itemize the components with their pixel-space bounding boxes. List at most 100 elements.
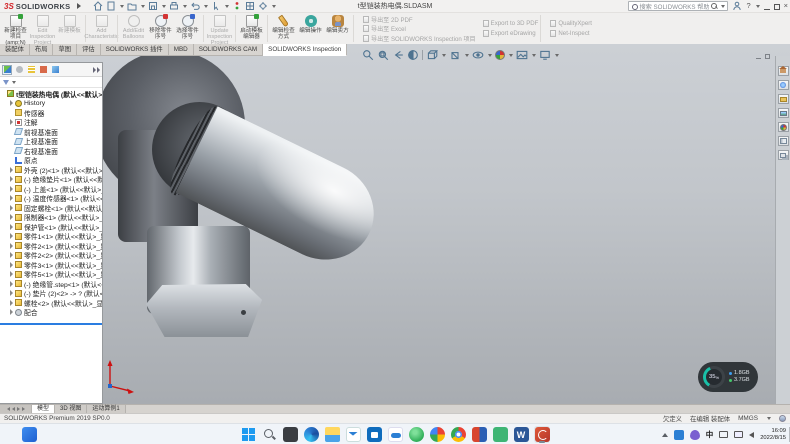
- dropdown-arrow-icon[interactable]: [204, 5, 208, 8]
- expand-arrow-icon[interactable]: [10, 195, 13, 201]
- edit-operations-button[interactable]: 编辑操作: [297, 13, 324, 44]
- tree-pane-splitter[interactable]: [0, 323, 102, 325]
- dropdown-arrow-icon[interactable]: [555, 54, 559, 57]
- dropdown-arrow-icon[interactable]: [162, 5, 166, 8]
- property-manager-tab[interactable]: [14, 65, 24, 75]
- graphics-viewport[interactable]: 35% 1.8GB 3.7GB: [0, 44, 790, 404]
- expand-arrow-icon[interactable]: [10, 271, 13, 277]
- tree-item-component[interactable]: (-) 绝缘管.step<1> (默认<<默认>: [0, 279, 102, 289]
- export-inspection-project-item[interactable]: 导出至 SOLIDWORKS Inspection 项目: [363, 34, 476, 42]
- dimxpert-manager-tab[interactable]: [38, 65, 48, 75]
- export-edrawing-item[interactable]: Export eDrawing: [483, 29, 539, 37]
- open-icon[interactable]: [127, 1, 137, 11]
- select-balloons-button[interactable]: 选择零件序号: [174, 13, 201, 44]
- new-inspection-project-button[interactable]: 新建检查项目 (amp;N): [2, 13, 29, 44]
- notes-button[interactable]: [492, 426, 508, 443]
- dictionary-button[interactable]: [471, 426, 487, 443]
- cast-monitor-icon[interactable]: [734, 431, 743, 438]
- viewport-grid-icon[interactable]: [245, 1, 255, 11]
- tree-item-component[interactable]: 零件1<1> (默认<<默认>_显示状态: [0, 232, 102, 242]
- units-selector[interactable]: MMGS: [738, 415, 758, 422]
- dropdown-arrow-icon[interactable]: [442, 54, 446, 57]
- start-button[interactable]: [240, 426, 256, 443]
- expand-arrow-icon[interactable]: [10, 252, 13, 258]
- chrome-button[interactable]: [450, 426, 466, 443]
- tab-model[interactable]: 模型: [32, 405, 55, 413]
- tree-item-annotations[interactable]: 注解: [0, 118, 102, 128]
- units-dropdown-icon[interactable]: [767, 417, 771, 420]
- tree-item-mates[interactable]: 配合: [0, 308, 102, 318]
- tray-blue-app-icon[interactable]: [674, 430, 684, 440]
- file-explorer-button[interactable]: [324, 426, 340, 443]
- minimize-button[interactable]: [764, 9, 770, 10]
- export-2d-pdf-item[interactable]: 导出至 2D PDF: [363, 15, 476, 23]
- expand-arrow-icon[interactable]: [10, 100, 13, 106]
- search-icon[interactable]: [711, 3, 718, 10]
- home-icon[interactable]: [93, 1, 103, 11]
- dropdown-arrow-icon[interactable]: [120, 5, 124, 8]
- select-cursor-icon[interactable]: [211, 1, 221, 11]
- view-settings-icon[interactable]: [539, 49, 551, 61]
- net-inspect-item[interactable]: Net-Inspect: [550, 29, 592, 37]
- menu-flyout-arrow-icon[interactable]: [77, 3, 81, 9]
- task-view-button[interactable]: [282, 426, 298, 443]
- remove-balloons-button[interactable]: 移除零件序号: [147, 13, 174, 44]
- edit-inspection-project-button[interactable]: Edit Inspection Project: [29, 13, 56, 44]
- thermocouple-model[interactable]: [0, 44, 790, 404]
- mail-button[interactable]: [345, 426, 361, 443]
- save-icon[interactable]: [148, 1, 158, 11]
- expand-arrow-icon[interactable]: [10, 300, 13, 306]
- store-button[interactable]: [366, 426, 382, 443]
- onedrive-button[interactable]: [387, 426, 403, 443]
- tab-mbd[interactable]: MBD: [169, 44, 194, 56]
- dropdown-arrow-icon[interactable]: [183, 5, 187, 8]
- add-characteristic-button[interactable]: Add Characteristic: [88, 13, 115, 44]
- expand-arrow-icon[interactable]: [10, 176, 13, 182]
- new-template-button[interactable]: 新建模板: [56, 13, 83, 44]
- tab-motion-study[interactable]: 运动算例1: [87, 405, 125, 413]
- add-edit-balloons-button[interactable]: Add/Edit Balloons: [120, 13, 147, 44]
- dropdown-arrow-icon[interactable]: [141, 5, 145, 8]
- help-dropdown-icon[interactable]: [756, 5, 760, 8]
- tree-item-component[interactable]: 螺栓<2> (默认<<默认>_显示状态: [0, 298, 102, 308]
- expand-arrow-icon[interactable]: [10, 167, 13, 173]
- expand-arrow-icon[interactable]: [10, 119, 13, 125]
- display-manager-tab[interactable]: [50, 65, 60, 75]
- export-3d-pdf-item[interactable]: Export to 3D PDF: [483, 20, 539, 28]
- tree-item-component[interactable]: 外壳 (2)<1> (默认<<默认>_显示状: [0, 165, 102, 175]
- filter-funnel-icon[interactable]: [3, 80, 9, 85]
- touch-keyboard-icon[interactable]: [719, 431, 728, 438]
- doc-minimize-icon[interactable]: [756, 54, 761, 59]
- expand-arrow-icon[interactable]: [10, 262, 13, 268]
- tree-item-component[interactable]: 零件2<1> (默认<<默认>_显示状: [0, 241, 102, 251]
- browser-360-button[interactable]: [429, 426, 445, 443]
- expand-arrow-icon[interactable]: [10, 205, 13, 211]
- tree-item-origin[interactable]: 原点: [0, 156, 102, 166]
- tree-item-top-plane[interactable]: 上视基准面: [0, 137, 102, 147]
- tree-item-right-plane[interactable]: 右视基准面: [0, 146, 102, 156]
- tree-item-history[interactable]: History: [0, 99, 102, 109]
- qualityxpert-item[interactable]: QualityXpert: [550, 20, 592, 28]
- tree-root-item[interactable]: t型铠装热电偶 (默认<<默认>_显示状态-1: [0, 89, 102, 99]
- feature-tree-tab[interactable]: [2, 65, 12, 75]
- taskbar-search-button[interactable]: [261, 426, 277, 443]
- dropdown-arrow-icon[interactable]: [721, 5, 725, 8]
- print-icon[interactable]: [169, 1, 179, 11]
- search-input[interactable]: 搜索 SOLIDWORKS 帮助: [628, 1, 728, 11]
- tree-item-component[interactable]: (-) 温度传感器<1> (默认<<默认>_: [0, 194, 102, 204]
- tab-evaluate[interactable]: 评估: [77, 44, 101, 56]
- apply-scene-icon[interactable]: [516, 49, 528, 61]
- ime-indicator[interactable]: 中: [706, 429, 714, 440]
- restore-button[interactable]: [774, 4, 780, 10]
- expand-arrow-icon[interactable]: [10, 214, 13, 220]
- appearances-ball-icon[interactable]: [778, 122, 789, 132]
- tree-item-front-plane[interactable]: 前视基准面: [0, 127, 102, 137]
- export-excel-item[interactable]: 导出至 Excel: [363, 25, 476, 33]
- edge-button[interactable]: [303, 426, 319, 443]
- view-palette-panel-icon[interactable]: [778, 136, 789, 146]
- configuration-manager-tab[interactable]: [26, 65, 36, 75]
- tree-item-component[interactable]: 固定螺栓<1> (默认<<默认>_显示状: [0, 203, 102, 213]
- dropdown-arrow-icon[interactable]: [225, 5, 229, 8]
- tree-item-component[interactable]: 限制器<1> (默认<<默认>_显示状: [0, 213, 102, 223]
- tab-scroll-arrows[interactable]: [0, 405, 32, 413]
